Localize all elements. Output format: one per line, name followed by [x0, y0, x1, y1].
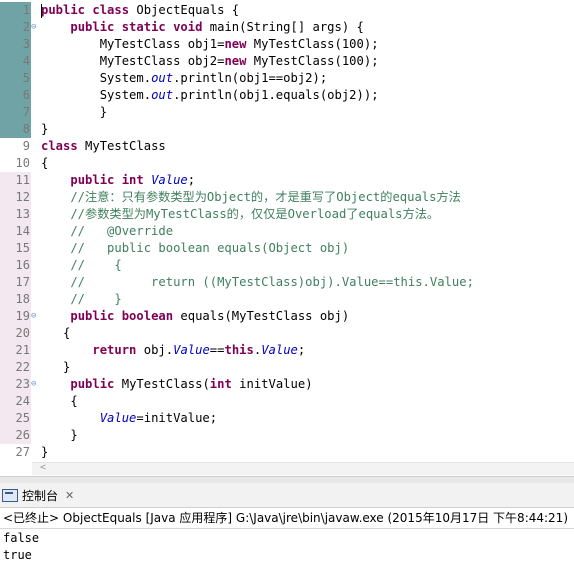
line-number: 1 — [22, 3, 30, 17]
code-text: } — [41, 122, 49, 136]
code-text: public boolean equals(MyTestClass obj) — [70, 309, 350, 323]
code-text: System.out.println(obj1.equals(obj2)); — [41, 88, 379, 102]
code-text: //注意：只有参数类型为Object的，才是重写了Object的equals方法 — [41, 190, 461, 204]
code-text: MyTestClass obj1=new MyTestClass(100); — [41, 37, 379, 51]
line-number: 11 — [15, 173, 30, 187]
line-number: 10 — [15, 156, 30, 170]
line-number: 12 — [15, 190, 30, 204]
code-line[interactable]: 19 ⊖ public boolean equals(MyTestClass ob… — [0, 308, 574, 325]
line-number: 24 — [15, 394, 30, 408]
code-text: } — [41, 428, 78, 442]
code-line[interactable]: 16 // { — [0, 257, 574, 274]
line-number: 23 — [15, 377, 30, 391]
code-line[interactable]: 26 } — [0, 427, 574, 444]
line-number: 27 — [15, 445, 30, 459]
console-view-header: 控制台 ✕ — [0, 483, 574, 508]
line-number: 26 — [15, 428, 30, 442]
line-number: 2 — [22, 20, 30, 34]
code-text: { — [41, 326, 71, 340]
line-number: 16 — [15, 258, 30, 272]
code-text: } — [41, 360, 71, 374]
code-line[interactable]: 3 MyTestClass obj1=new MyTestClass(100); — [0, 36, 574, 53]
code-line[interactable]: 8} — [0, 121, 574, 138]
code-text: MyTestClass obj2=new MyTestClass(100); — [41, 54, 379, 68]
line-number: 6 — [22, 88, 30, 102]
line-number: 25 — [15, 411, 30, 425]
code-line[interactable]: 23 ⊖ public MyTestClass(int initValue) — [0, 376, 574, 393]
code-text: // public boolean equals(Object obj) — [41, 241, 350, 255]
code-text: { — [41, 156, 49, 170]
code-line[interactable]: 15 // public boolean equals(Object obj) — [0, 240, 574, 257]
scroll-left-icon[interactable]: < — [40, 462, 46, 473]
code-line[interactable]: 1 public class ObjectEquals { — [0, 2, 574, 19]
line-number: 5 — [22, 71, 30, 85]
line-number: 18 — [15, 292, 30, 306]
code-text: // } — [41, 292, 122, 306]
code-text: { — [41, 394, 78, 408]
code-text: class MyTestClass — [41, 139, 166, 153]
code-text: public static void main(String[] args) { — [70, 20, 364, 34]
line-number: 22 — [15, 360, 30, 374]
code-line[interactable]: 7 } — [0, 104, 574, 121]
code-text: public class ObjectEquals { — [41, 3, 240, 17]
code-line[interactable]: 13 //参数类型为MyTestClass的，仅仅是Overload了equal… — [0, 206, 574, 223]
console-status: <已终止> ObjectEquals [Java 应用程序] G:\Java\j… — [3, 511, 568, 525]
code-line[interactable]: 2 ⊖ public static void main(String[] args… — [0, 19, 574, 36]
line-number: 15 — [15, 241, 30, 255]
tab-console[interactable]: 控制台 ✕ — [2, 485, 74, 505]
line-number: 17 — [15, 275, 30, 289]
code-text: // @Override — [41, 224, 174, 238]
code-line[interactable]: 24 { — [0, 393, 574, 410]
code-line[interactable]: 20 { — [0, 325, 574, 342]
code-line[interactable]: 11 public int Value; — [0, 172, 574, 189]
code-text: //参数类型为MyTestClass的，仅仅是Overload了equals方法… — [41, 207, 440, 221]
code-line[interactable]: 27} — [0, 444, 574, 461]
view-divider — [0, 476, 574, 483]
divider — [0, 528, 574, 529]
code-line[interactable]: 22 } — [0, 359, 574, 376]
fold-toggle-icon[interactable]: ⊖ — [31, 308, 36, 324]
line-number: 19 — [15, 309, 30, 323]
console-tab-label: 控制台 — [22, 488, 59, 503]
code-text: return obj.Value==this.Value; — [92, 343, 306, 357]
console-output-line: false — [3, 531, 40, 545]
code-editor[interactable]: 1 public class ObjectEquals {2 ⊖ public st… — [0, 0, 574, 462]
line-number: 4 — [22, 54, 30, 68]
line-number: 7 — [22, 105, 30, 119]
code-text: // return ((MyTestClass)obj).Value==this… — [41, 275, 474, 289]
code-line[interactable]: 17 // return ((MyTestClass)obj).Value==t… — [0, 274, 574, 291]
code-text: } — [41, 105, 108, 119]
code-line[interactable]: 6 System.out.println(obj1.equals(obj2)); — [0, 87, 574, 104]
code-text: System.out.println(obj1==obj2); — [41, 71, 328, 85]
code-line[interactable]: 25 Value=initValue; — [0, 410, 574, 427]
line-number: 8 — [22, 122, 30, 136]
code-line[interactable]: 4 MyTestClass obj2=new MyTestClass(100); — [0, 53, 574, 70]
console-icon — [2, 488, 18, 502]
close-icon[interactable]: ✕ — [65, 489, 74, 502]
line-number: 14 — [15, 224, 30, 238]
horizontal-scrollbar[interactable]: < — [32, 462, 574, 475]
line-number: 3 — [22, 37, 30, 51]
fold-toggle-icon[interactable]: ⊖ — [31, 19, 36, 35]
console-output-line: true — [3, 548, 32, 562]
code-line[interactable]: 12 //注意：只有参数类型为Object的，才是重写了Object的equal… — [0, 189, 574, 206]
code-text: Value=initValue; — [99, 411, 218, 425]
code-line[interactable]: 18 // } — [0, 291, 574, 308]
code-line[interactable]: 5 System.out.println(obj1==obj2); — [0, 70, 574, 87]
code-text: public int Value; — [70, 173, 196, 187]
code-text: } — [41, 445, 49, 459]
line-number: 13 — [15, 207, 30, 221]
line-number: 20 — [15, 326, 30, 340]
fold-toggle-icon[interactable]: ⊖ — [31, 376, 36, 392]
line-number: 9 — [22, 139, 30, 153]
line-number: 21 — [15, 343, 30, 357]
code-line[interactable]: 21 return obj.Value==this.Value; — [0, 342, 574, 359]
code-line[interactable]: 9 class MyTestClass — [0, 138, 574, 155]
text-cursor — [41, 4, 42, 18]
code-line[interactable]: 10 { — [0, 155, 574, 172]
code-text: // { — [41, 258, 122, 272]
code-text: public MyTestClass(int initValue) — [70, 377, 313, 391]
code-line[interactable]: 14 // @Override — [0, 223, 574, 240]
